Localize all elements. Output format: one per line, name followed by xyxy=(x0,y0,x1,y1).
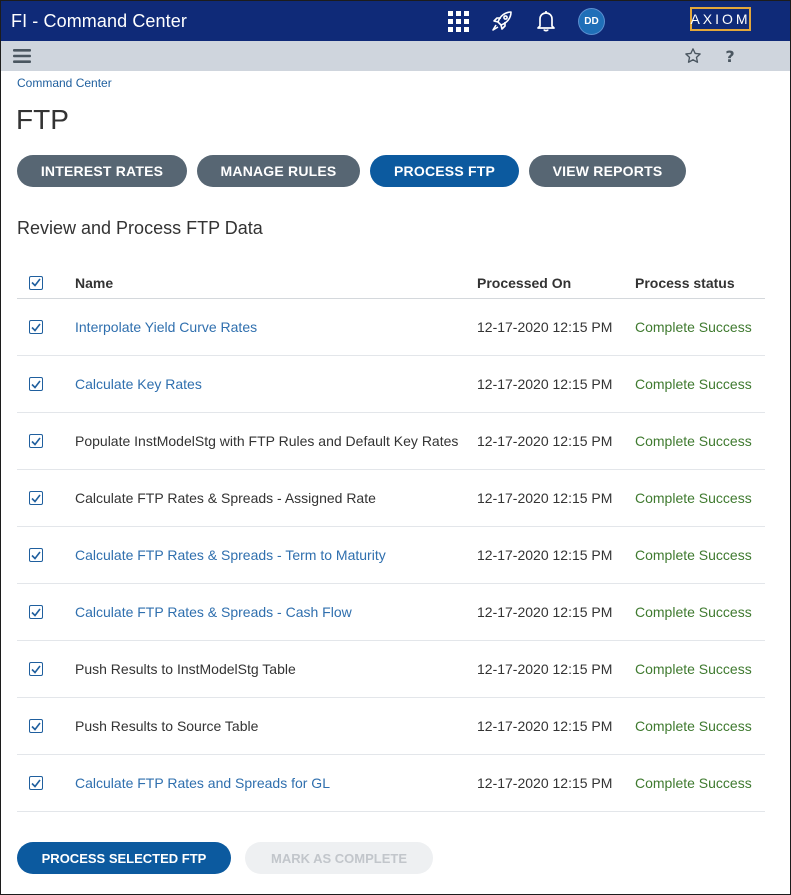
table-row[interactable]: Interpolate Yield Curve Rates 12-17-2020 … xyxy=(17,299,765,356)
table-row[interactable]: Calculate Key Rates 12-17-2020 12:15 PM Co… xyxy=(17,356,765,413)
table-row[interactable]: Populate InstModelStg with FTP Rules and… xyxy=(17,413,765,470)
app-title: FI - Command Center xyxy=(11,10,187,31)
row-name[interactable]: Interpolate Yield Curve Rates xyxy=(75,319,257,335)
process-selected-ftp-button[interactable]: PROCESS SELECTED FTP xyxy=(17,842,231,874)
row-processed-on: 12-17-2020 12:15 PM xyxy=(477,604,613,620)
row-checkbox[interactable] xyxy=(29,605,43,619)
row-processed-on: 12-17-2020 12:15 PM xyxy=(477,376,613,392)
row-status: Complete Success xyxy=(635,718,752,734)
row-processed-on: 12-17-2020 12:15 PM xyxy=(477,490,613,506)
table-header: Name Processed On Process status xyxy=(17,267,765,299)
row-processed-on: 12-17-2020 12:15 PM xyxy=(477,718,613,734)
row-name[interactable]: Calculate FTP Rates and Spreads for GL xyxy=(75,775,330,791)
row-status: Complete Success xyxy=(635,661,752,677)
row-name: Push Results to InstModelStg Table xyxy=(75,661,296,677)
row-name: Calculate FTP Rates & Spreads - Assigned… xyxy=(75,490,376,506)
star-icon[interactable] xyxy=(681,44,705,68)
bell-icon[interactable] xyxy=(534,9,558,33)
row-status: Complete Success xyxy=(635,433,752,449)
section-title: Review and Process FTP Data xyxy=(17,218,263,238)
rocket-icon[interactable] xyxy=(490,9,514,33)
row-checkbox[interactable] xyxy=(29,320,43,334)
table-row[interactable]: Push Results to Source Table 12-17-2020 1… xyxy=(17,698,765,755)
manage-rules-button[interactable]: MANAGE RULES xyxy=(197,155,360,187)
row-checkbox[interactable] xyxy=(29,662,43,676)
row-processed-on: 12-17-2020 12:15 PM xyxy=(477,661,613,677)
table-row[interactable]: Calculate FTP Rates and Spreads for GL 12… xyxy=(17,755,765,812)
table-row[interactable]: Calculate FTP Rates & Spreads - Assigned… xyxy=(17,470,765,527)
interest-rates-button[interactable]: INTEREST RATES xyxy=(17,155,187,187)
row-status: Complete Success xyxy=(635,775,752,791)
row-checkbox[interactable] xyxy=(29,776,43,790)
column-header-name[interactable]: Name xyxy=(75,275,477,291)
row-status: Complete Success xyxy=(635,604,752,620)
row-name[interactable]: Calculate FTP Rates & Spreads - Term to … xyxy=(75,547,386,563)
app-window: FI - Command Center DD AXIOM ? Command C… xyxy=(0,0,791,895)
row-checkbox[interactable] xyxy=(29,434,43,448)
ftp-process-table: Name Processed On Process status Interpo… xyxy=(17,267,765,812)
row-processed-on: 12-17-2020 12:15 PM xyxy=(477,433,613,449)
table-row[interactable]: Push Results to InstModelStg Table 12-17-… xyxy=(17,641,765,698)
top-bar: FI - Command Center DD AXIOM xyxy=(1,1,790,41)
row-name[interactable]: Calculate FTP Rates & Spreads - Cash Flo… xyxy=(75,604,352,620)
row-processed-on: 12-17-2020 12:15 PM xyxy=(477,319,613,335)
axiom-logo: AXIOM xyxy=(690,7,751,31)
sub-toolbar: ? xyxy=(1,41,790,71)
row-status: Complete Success xyxy=(635,376,752,392)
row-checkbox[interactable] xyxy=(29,548,43,562)
footer-actions: PROCESS SELECTED FTP MARK AS COMPLETE xyxy=(17,842,433,874)
table-row[interactable]: Calculate FTP Rates & Spreads - Term to … xyxy=(17,527,765,584)
view-reports-button[interactable]: VIEW REPORTS xyxy=(529,155,686,187)
row-processed-on: 12-17-2020 12:15 PM xyxy=(477,547,613,563)
row-checkbox[interactable] xyxy=(29,491,43,505)
page-title: FTP xyxy=(16,104,69,135)
row-status: Complete Success xyxy=(635,490,752,506)
row-name: Populate InstModelStg with FTP Rules and… xyxy=(75,433,459,449)
row-status: Complete Success xyxy=(635,319,752,335)
table-row[interactable]: Calculate FTP Rates & Spreads - Cash Flo… xyxy=(17,584,765,641)
help-icon[interactable]: ? xyxy=(718,44,742,68)
process-ftp-button[interactable]: PROCESS FTP xyxy=(370,155,519,187)
column-header-status[interactable]: Process status xyxy=(635,275,765,291)
nav-buttons: INTEREST RATES MANAGE RULES PROCESS FTP … xyxy=(17,155,696,187)
apps-grid-icon[interactable] xyxy=(446,9,470,33)
mark-as-complete-button[interactable]: MARK AS COMPLETE xyxy=(245,842,433,874)
avatar[interactable]: DD xyxy=(579,9,604,34)
row-name[interactable]: Calculate Key Rates xyxy=(75,376,202,392)
breadcrumb[interactable]: Command Center xyxy=(17,76,112,90)
menu-icon[interactable] xyxy=(10,44,34,68)
row-processed-on: 12-17-2020 12:15 PM xyxy=(477,775,613,791)
row-name: Push Results to Source Table xyxy=(75,718,259,734)
row-checkbox[interactable] xyxy=(29,377,43,391)
row-checkbox[interactable] xyxy=(29,719,43,733)
row-status: Complete Success xyxy=(635,547,752,563)
column-header-processed-on[interactable]: Processed On xyxy=(477,275,635,291)
select-all-checkbox[interactable] xyxy=(29,275,43,290)
